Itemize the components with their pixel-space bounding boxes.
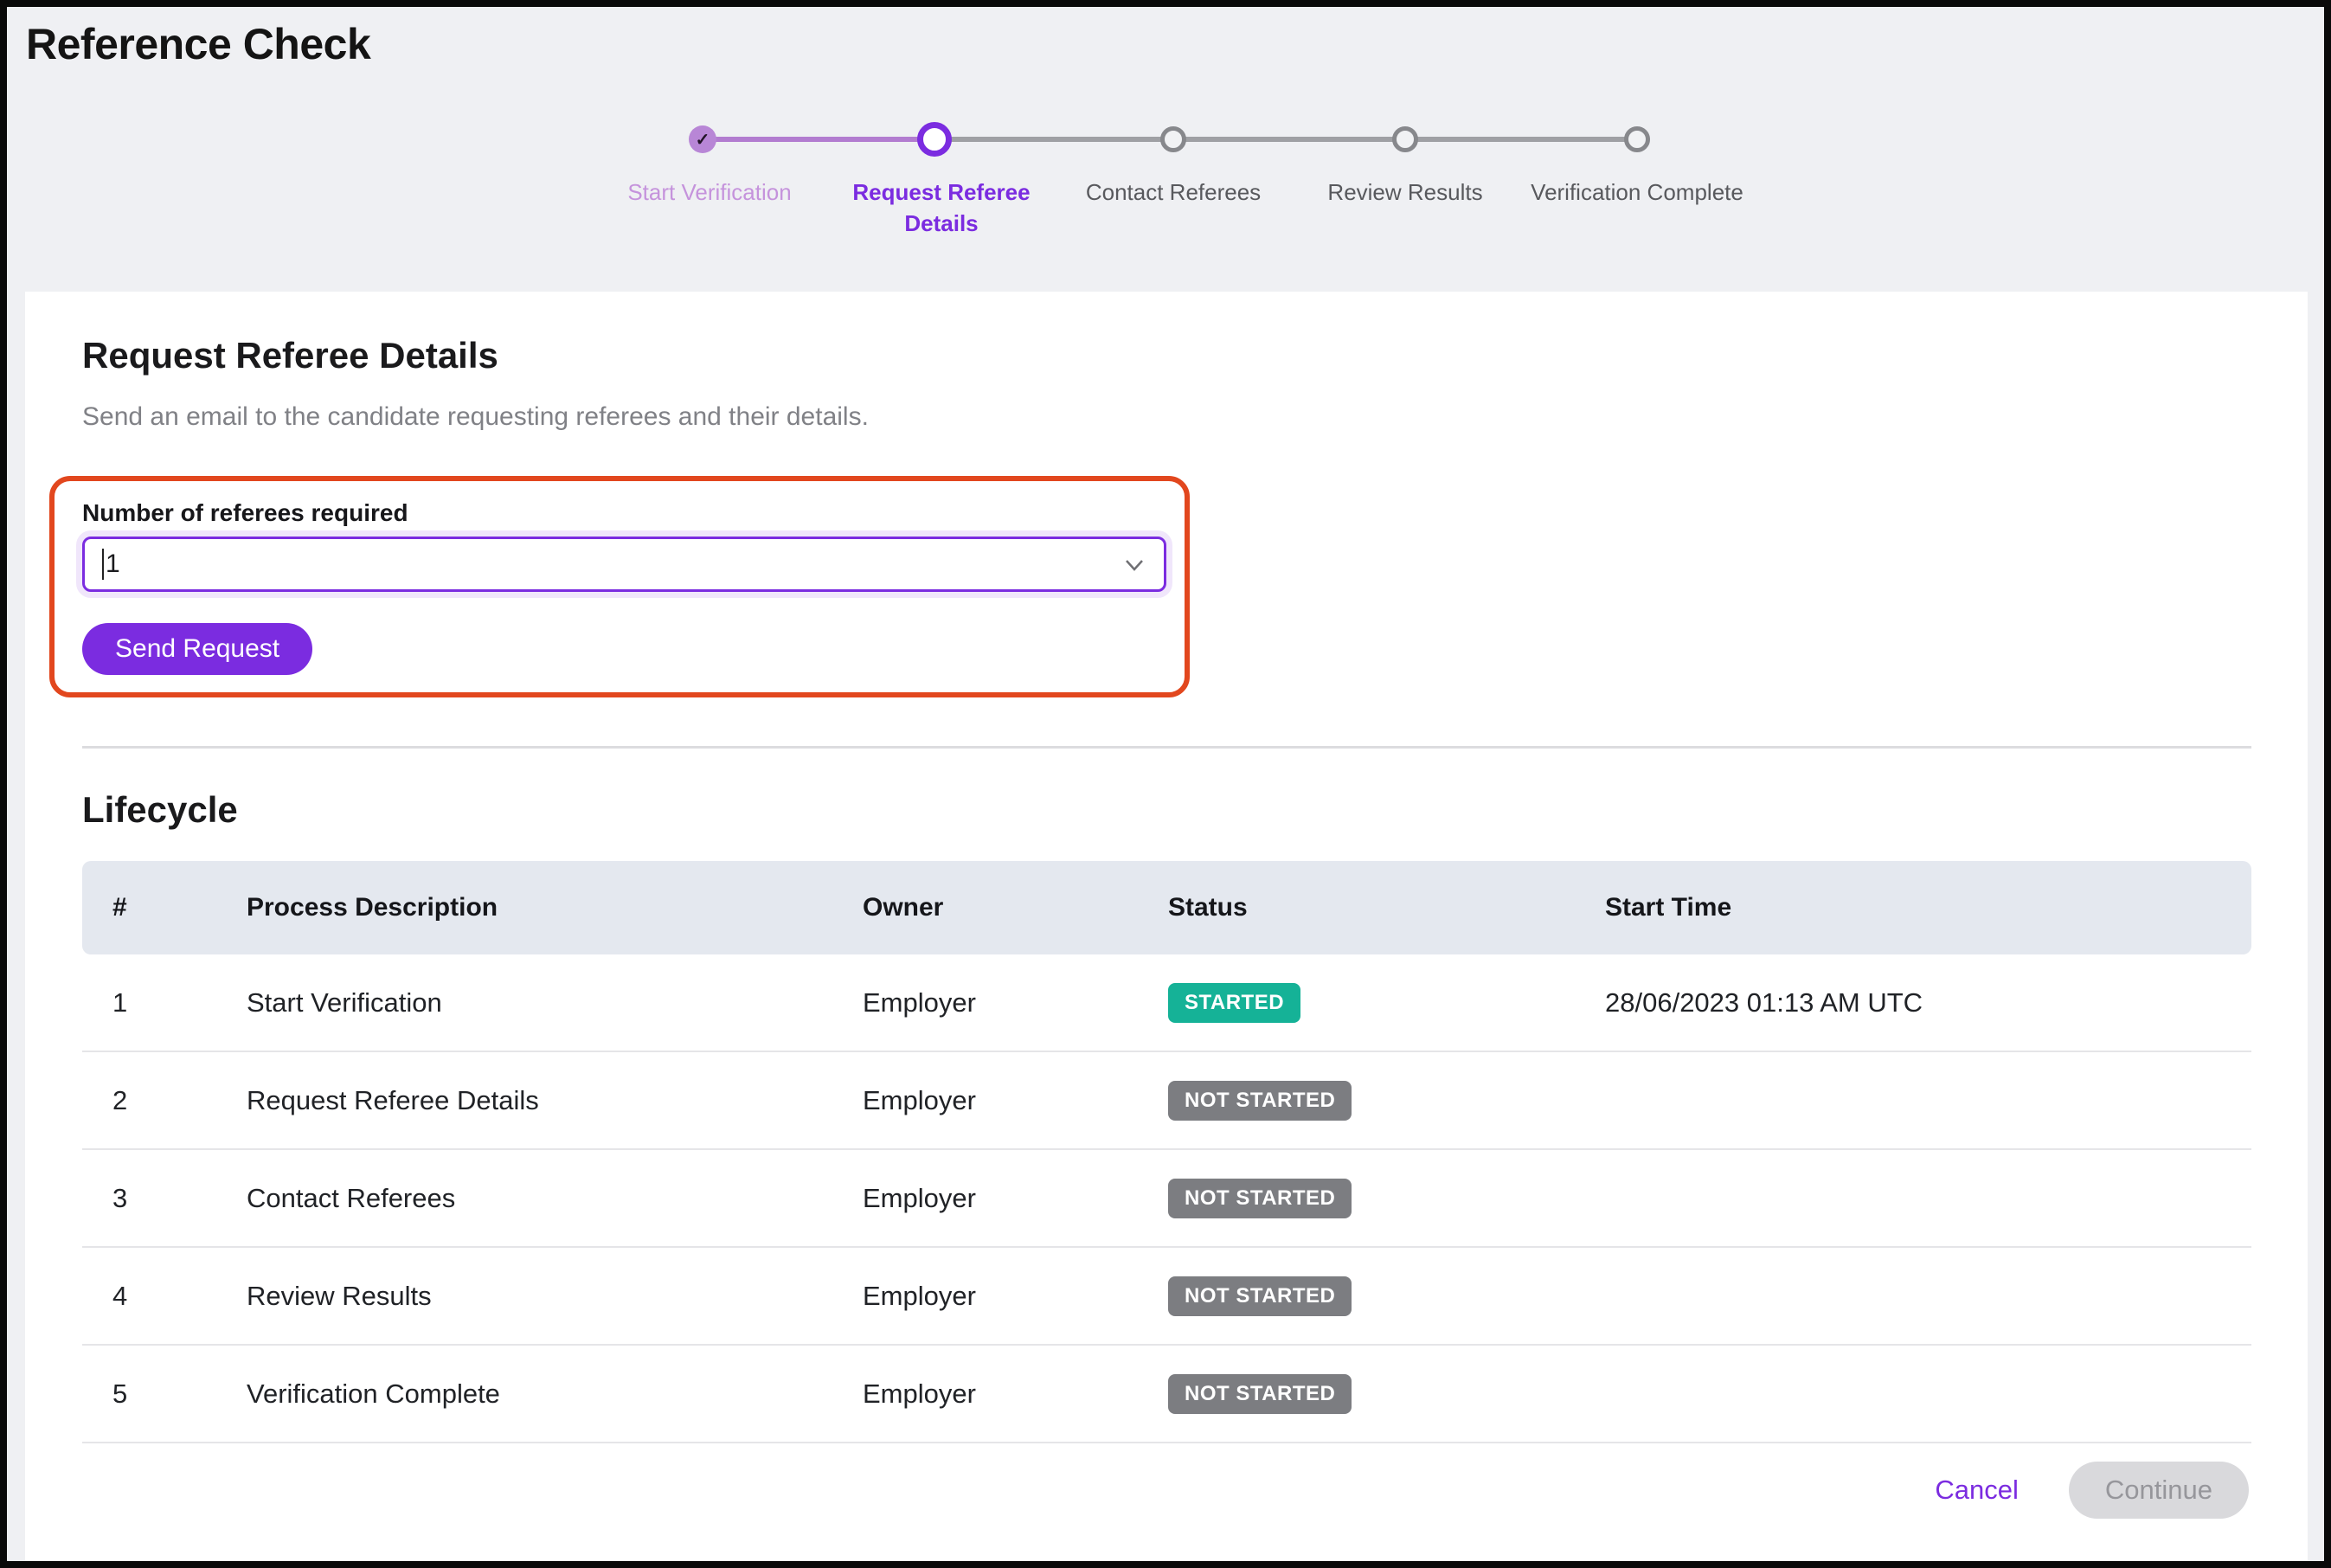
- cell-num: 1: [112, 987, 247, 1019]
- cell-description: Verification Complete: [247, 1378, 863, 1410]
- cell-num: 4: [112, 1281, 247, 1312]
- status-badge: NOT STARTED: [1168, 1276, 1352, 1316]
- chevron-down-icon: [1124, 558, 1145, 572]
- col-header-status: Status: [1168, 893, 1605, 922]
- step-label-review-results[interactable]: Review Results: [1327, 177, 1482, 208]
- status-badge: NOT STARTED: [1168, 1374, 1352, 1414]
- cell-owner: Employer: [863, 1281, 1168, 1312]
- cell-num: 2: [112, 1085, 247, 1116]
- table-row: 5 Verification Complete Employer NOT STA…: [82, 1346, 2251, 1443]
- status-badge: NOT STARTED: [1168, 1179, 1352, 1218]
- cell-description: Contact Referees: [247, 1183, 863, 1214]
- table-body: 1 Start Verification Employer STARTED 28…: [82, 954, 2251, 1443]
- cell-owner: Employer: [863, 1378, 1168, 1410]
- progress-stepper: ✓ Start Verification Request Referee Det…: [7, 7, 2324, 292]
- cell-owner: Employer: [863, 1183, 1168, 1214]
- cell-num: 5: [112, 1378, 247, 1410]
- section-divider: [82, 746, 2251, 749]
- table-row: 4 Review Results Employer NOT STARTED: [82, 1248, 2251, 1346]
- step-5-circle-icon[interactable]: [1624, 126, 1650, 152]
- step-3-circle-icon[interactable]: [1160, 126, 1186, 152]
- lifecycle-table: # Process Description Owner Status Start…: [82, 861, 2251, 1443]
- continue-button[interactable]: Continue: [2069, 1462, 2249, 1519]
- col-header-start-time: Start Time: [1605, 893, 2251, 922]
- cell-description: Request Referee Details: [247, 1085, 863, 1116]
- reference-check-page: Reference Check ✓ Start Verification Req…: [0, 0, 2331, 1568]
- send-request-button[interactable]: Send Request: [82, 623, 312, 675]
- cell-num: 3: [112, 1183, 247, 1214]
- referee-count-select[interactable]: 1: [82, 537, 1166, 592]
- col-header-description: Process Description: [247, 893, 863, 922]
- cancel-button[interactable]: Cancel: [1935, 1475, 2019, 1506]
- step-label-contact-referees[interactable]: Contact Referees: [1086, 177, 1261, 208]
- section-heading: Request Referee Details: [82, 335, 498, 376]
- lifecycle-heading: Lifecycle: [82, 789, 238, 831]
- step-1-check-icon[interactable]: ✓: [689, 125, 716, 153]
- step-label-request-referee-details[interactable]: Request Referee Details: [838, 177, 1045, 240]
- section-description: Send an email to the candidate requestin…: [82, 402, 869, 432]
- step-2-active-circle-icon[interactable]: [917, 122, 952, 157]
- table-row: 2 Request Referee Details Employer NOT S…: [82, 1052, 2251, 1150]
- stepper-connector-completed: [703, 137, 941, 142]
- referee-count-value: 1: [106, 549, 120, 579]
- col-header-owner: Owner: [863, 893, 1168, 922]
- status-badge: NOT STARTED: [1168, 1081, 1352, 1121]
- cell-owner: Employer: [863, 1085, 1168, 1116]
- table-header-row: # Process Description Owner Status Start…: [82, 861, 2251, 954]
- cell-description: Review Results: [247, 1281, 863, 1312]
- table-row: 3 Contact Referees Employer NOT STARTED: [82, 1150, 2251, 1248]
- step-label-verification-complete[interactable]: Verification Complete: [1531, 177, 1743, 208]
- footer-actions: Cancel Continue: [1935, 1462, 2249, 1519]
- table-row: 1 Start Verification Employer STARTED 28…: [82, 954, 2251, 1052]
- col-header-num: #: [112, 893, 247, 922]
- main-card: Request Referee Details Send an email to…: [25, 292, 2308, 1561]
- step-label-start-verification[interactable]: Start Verification: [627, 177, 791, 208]
- cell-owner: Employer: [863, 987, 1168, 1019]
- text-cursor: [102, 549, 104, 580]
- cell-start-time: 28/06/2023 01:13 AM UTC: [1605, 987, 2251, 1019]
- step-4-circle-icon[interactable]: [1392, 126, 1418, 152]
- cell-description: Start Verification: [247, 987, 863, 1019]
- referee-count-label: Number of referees required: [82, 499, 408, 527]
- status-badge: STARTED: [1168, 983, 1300, 1023]
- stepper-connector-upcoming: [941, 137, 1637, 142]
